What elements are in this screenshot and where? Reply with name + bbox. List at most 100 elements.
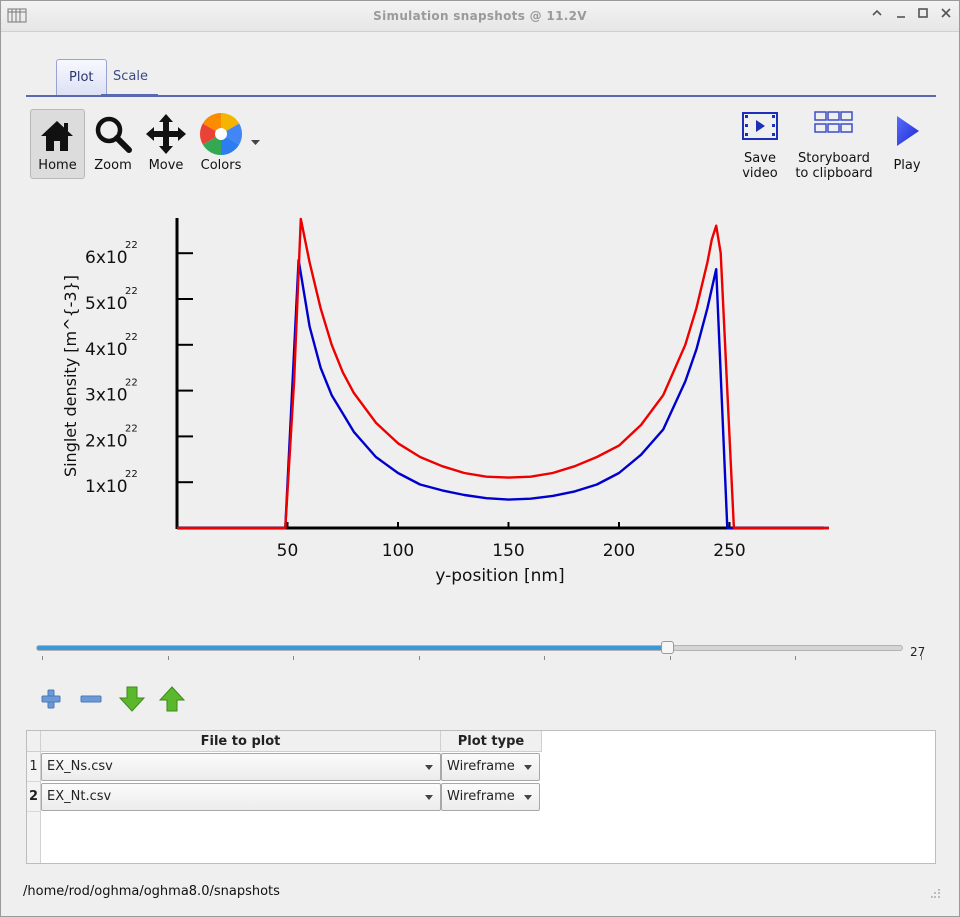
x-tick-label: 150 — [492, 541, 524, 561]
move-up-button[interactable] — [158, 685, 186, 713]
home-button[interactable]: Home — [30, 109, 85, 179]
x-tick-label: 200 — [603, 541, 635, 561]
remove-row-button[interactable] — [77, 685, 105, 713]
slider-tick — [669, 656, 671, 660]
file-combo-1[interactable]: EX_Ns.csv — [41, 753, 441, 781]
singlet-density-chart[interactable]: 50 100 150 200 2501x10222x10223x10224x10225x… — [31, 201, 931, 601]
chevron-down-icon — [425, 765, 433, 770]
snapshot-slider-value: 27 — [910, 645, 926, 659]
tab-scale[interactable]: Scale — [101, 59, 158, 95]
slider-tick — [167, 656, 169, 660]
x-axis-label: y-position [nm] — [435, 566, 564, 586]
colors-button[interactable]: Colors — [195, 109, 265, 179]
row-number-1[interactable]: 1 — [27, 752, 41, 782]
y-tick-exponent: 22 — [125, 469, 138, 480]
zoom-button[interactable]: Zoom — [89, 109, 137, 179]
play-button[interactable]: Play — [885, 109, 929, 184]
play-label: Play — [893, 158, 921, 173]
minus-icon — [80, 695, 102, 703]
save-video-label-line1: Save — [744, 151, 776, 166]
main-window: Simulation snapshots @ 11.2V Plot Scale … — [0, 0, 960, 917]
arrow-up-icon — [158, 686, 186, 712]
resize-grip-icon[interactable] — [931, 889, 941, 899]
window-title: Simulation snapshots @ 11.2V — [373, 9, 587, 23]
plot-type-value: Wireframe — [447, 789, 515, 804]
plus-icon — [41, 689, 61, 709]
slider-tick — [795, 656, 796, 660]
maximize-icon — [918, 8, 928, 18]
x-tick-label: 50 — [277, 541, 299, 561]
y-tick-label: 4x10 — [85, 340, 128, 360]
close-icon — [941, 8, 951, 18]
tab-plot[interactable]: Plot — [56, 59, 107, 95]
home-icon — [41, 121, 73, 151]
x-tick-label: 100 — [382, 541, 414, 561]
slider-tick — [920, 656, 922, 660]
row-number-header — [27, 731, 41, 752]
minimize-icon — [897, 16, 905, 18]
save-video-button[interactable]: Save video — [735, 109, 785, 184]
slider-tick — [418, 656, 420, 660]
plot-type-combo-2[interactable]: Wireframe — [441, 783, 540, 811]
file-combo-value: EX_Ns.csv — [47, 759, 113, 774]
slider-tick — [293, 656, 294, 660]
file-to-plot-header[interactable]: File to plot — [41, 731, 441, 752]
snapshot-slider-fill — [37, 646, 668, 650]
y-tick-label: 1x10 — [85, 477, 128, 497]
y-tick-exponent: 22 — [125, 378, 138, 389]
save-video-label-line2: video — [742, 166, 778, 181]
x-tick-label: 250 — [713, 541, 745, 561]
close-button[interactable] — [937, 7, 955, 25]
slider-tick — [544, 656, 545, 660]
files-table: File to plot Plot type 1 EX_Ns.csv Wiref… — [26, 730, 936, 864]
storyboard-button[interactable]: Storyboard to clipboard — [789, 109, 879, 184]
zoom-label: Zoom — [94, 158, 132, 173]
chevron-down-icon — [524, 765, 532, 770]
y-tick-label: 2x10 — [85, 431, 128, 451]
storyboard-label-line1: Storyboard — [798, 151, 870, 166]
chevron-down-icon — [524, 795, 532, 800]
home-label: Home — [38, 158, 77, 173]
add-row-button[interactable] — [37, 685, 65, 713]
snapshot-slider-track[interactable] — [36, 645, 903, 651]
move-button[interactable]: Move — [141, 109, 191, 179]
y-tick-label: 5x10 — [85, 294, 128, 314]
file-combo-value: EX_Nt.csv — [47, 789, 112, 804]
move-down-button[interactable] — [118, 685, 146, 713]
move-icon — [146, 114, 186, 154]
table-header: File to plot Plot type — [27, 731, 542, 752]
y-tick-exponent: 22 — [125, 286, 138, 297]
y-tick-exponent: 22 — [125, 332, 138, 343]
chevron-up-icon — [872, 9, 882, 16]
y-tick-exponent: 22 — [125, 423, 138, 434]
minimize-button[interactable] — [892, 7, 910, 25]
y-axis-label: Singlet density [m^{-3}] — [61, 275, 80, 477]
film-icon — [742, 112, 778, 140]
slider-tick — [42, 656, 43, 660]
plot-type-header[interactable]: Plot type — [441, 731, 542, 752]
color-wheel-icon — [199, 113, 243, 155]
y-tick-label: 6x10 — [85, 248, 128, 268]
row-number-gutter — [27, 812, 41, 863]
title-bar: Simulation snapshots @ 11.2V — [1, 1, 959, 32]
storyboard-label-line2: to clipboard — [795, 166, 873, 181]
dropdown-arrow-icon[interactable] — [251, 140, 260, 146]
file-combo-2[interactable]: EX_Nt.csv — [41, 783, 441, 811]
zoom-icon — [95, 116, 132, 153]
plot-type-combo-1[interactable]: Wireframe — [441, 753, 540, 781]
storyboard-icon — [814, 111, 853, 133]
plot-area[interactable]: 50 100 150 200 250 1x10 22 2x10 22 3x10 22 4x10 22 5x… — [31, 201, 931, 601]
chevron-down-icon — [425, 795, 433, 800]
status-path: /home/rod/oghma/oghma8.0/snapshots — [23, 884, 280, 899]
row-number-2[interactable]: 2 — [27, 782, 41, 812]
maximize-button[interactable] — [914, 7, 932, 25]
y-tick-exponent: 22 — [125, 240, 138, 251]
play-icon — [897, 116, 919, 146]
series-line-2 — [177, 217, 829, 530]
y-tick-label: 3x10 — [85, 386, 128, 406]
move-label: Move — [148, 158, 184, 173]
snapshot-slider-handle[interactable] — [661, 641, 674, 654]
collapse-button[interactable] — [868, 7, 886, 25]
tab-bar: Plot Scale — [26, 59, 936, 97]
colors-label: Colors — [200, 158, 242, 173]
